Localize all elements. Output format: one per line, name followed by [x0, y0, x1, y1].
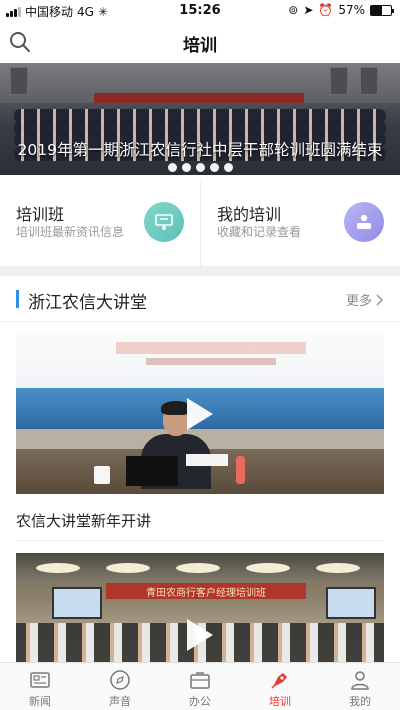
- card-subtitle: 收藏和记录查看: [217, 225, 302, 239]
- newspaper-icon: [30, 672, 50, 688]
- page-title: 培训: [183, 36, 217, 56]
- user-icon: [351, 671, 369, 690]
- thumb-banner: 青田农商行客户经理培训班: [106, 583, 306, 599]
- banner-carousel[interactable]: 2019年第一期浙江农信行社中层干部轮训班圆满结束: [0, 63, 400, 175]
- battery-percent: 57%: [338, 3, 365, 17]
- battery-icon: [370, 4, 394, 16]
- carousel-dot[interactable]: [181, 163, 191, 172]
- carousel-dots: [0, 163, 400, 172]
- tab-office[interactable]: 办公: [160, 663, 240, 710]
- thumb-screen: [326, 587, 376, 619]
- thumb-screen: [52, 587, 102, 619]
- thumb-laptop: [126, 456, 178, 486]
- status-right: ⊚ ➤ ⏰ 57%: [288, 3, 394, 17]
- tab-label: 办公: [189, 695, 211, 708]
- card-title: 我的培训: [217, 205, 282, 224]
- section-separator: [0, 266, 400, 276]
- status-bar: 中国移动 4G ✳ 15:26 ⊚ ➤ ⏰ 57%: [0, 0, 400, 22]
- chevron-right-icon: [376, 293, 384, 306]
- banner-sign: [94, 93, 304, 103]
- video-title[interactable]: 农信大讲堂新年开讲: [16, 510, 151, 531]
- training-class-card[interactable]: 培训班 培训班最新资讯信息: [0, 182, 200, 266]
- card-subtitle: 培训班最新资讯信息: [16, 225, 125, 239]
- tab-label: 培训: [269, 695, 291, 708]
- nav-bar: 培训: [0, 22, 400, 62]
- compass-icon: [110, 670, 130, 690]
- thumb-namecard: [186, 454, 228, 466]
- video-thumbnail[interactable]: [16, 334, 384, 494]
- more-label: 更多: [345, 294, 372, 309]
- tab-label: 新闻: [29, 695, 51, 708]
- section-title: 浙江农信大讲堂: [28, 293, 147, 313]
- play-icon[interactable]: [187, 619, 213, 651]
- thumb-cup: [94, 466, 110, 484]
- tab-label: 声音: [109, 695, 131, 708]
- tab-me[interactable]: 我的: [320, 663, 400, 710]
- carousel-dot[interactable]: [209, 163, 219, 172]
- briefcase-icon: [190, 672, 210, 689]
- banner-window: [10, 67, 28, 95]
- carousel-dot[interactable]: [195, 163, 205, 172]
- alarm-icon: ⏰: [318, 3, 334, 17]
- thumb-banner-text: 青田农商行客户经理培训班: [146, 588, 266, 599]
- video-divider: [16, 540, 384, 541]
- thumb-bottle: [236, 456, 245, 484]
- banner-window: [330, 67, 348, 95]
- section-accent-bar: [16, 290, 19, 308]
- play-icon[interactable]: [187, 398, 213, 430]
- tab-label: 我的: [349, 695, 371, 708]
- lock-rotation-icon: ⊚: [288, 3, 299, 17]
- trainee-icon: [344, 202, 384, 242]
- carousel-dot[interactable]: [167, 163, 177, 172]
- tab-training[interactable]: 培训: [240, 663, 320, 710]
- tab-voice[interactable]: 声音: [80, 663, 160, 710]
- thumb-ceiling: [16, 553, 384, 581]
- banner-window: [360, 67, 378, 95]
- carousel-dot[interactable]: [223, 163, 233, 172]
- location-icon: ➤: [303, 3, 314, 17]
- banner-caption: 2019年第一期浙江农信行社中层干部轮训班圆满结束: [17, 141, 383, 159]
- section-header: 浙江农信大讲堂 更多: [0, 276, 400, 322]
- card-title: 培训班: [16, 205, 65, 224]
- video-thumbnail[interactable]: 青田农商行客户经理培训班: [16, 553, 384, 663]
- pen-nib-icon: [271, 673, 287, 689]
- tab-bar: 新闻 声音 办公 培训 我的: [0, 662, 400, 710]
- tab-news[interactable]: 新闻: [0, 663, 80, 710]
- banner-building: [0, 63, 400, 103]
- feature-cards: 培训班 培训班最新资讯信息 我的培训 收藏和记录查看: [0, 182, 400, 266]
- presentation-icon: [144, 202, 184, 242]
- more-link[interactable]: 更多: [346, 290, 384, 309]
- my-training-card[interactable]: 我的培训 收藏和记录查看: [200, 182, 400, 266]
